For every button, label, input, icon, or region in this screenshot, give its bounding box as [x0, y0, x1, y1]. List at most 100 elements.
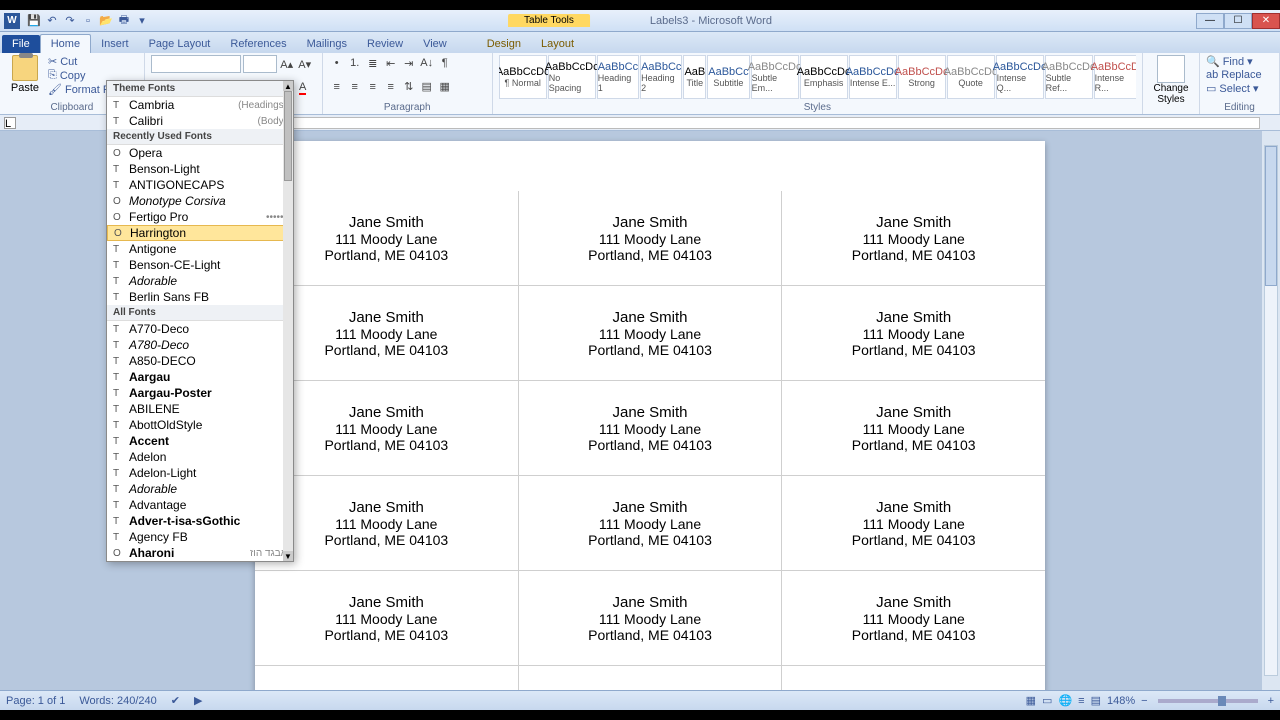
style-intense-q-[interactable]: AaBbCcDcIntense Q... — [996, 55, 1044, 99]
indent-dec-button[interactable]: ⇤ — [383, 55, 399, 71]
view-outline-icon[interactable]: ≡ — [1078, 695, 1084, 707]
font-option-advantage[interactable]: TAdvantage — [107, 497, 293, 513]
label-cell[interactable]: Jane Smith111 Moody LanePortland, ME 041… — [519, 666, 783, 690]
style-intense-r-[interactable]: AaBbCcDcIntense R... — [1094, 55, 1136, 99]
vertical-scrollbar[interactable] — [1262, 131, 1280, 690]
qat-undo-icon[interactable]: ↶ — [44, 13, 60, 29]
style-subtle-ref-[interactable]: AaBbCcDcSubtle Ref... — [1045, 55, 1093, 99]
font-option-fertigo-pro[interactable]: OFertigo Pro•••••• — [107, 209, 293, 225]
align-right-button[interactable]: ≡ — [365, 79, 381, 95]
font-option-aargau-poster[interactable]: TAargau-Poster — [107, 385, 293, 401]
tab-design[interactable]: Design — [477, 35, 531, 53]
style-strong[interactable]: AaBbCcDcStrong — [898, 55, 946, 99]
word-count[interactable]: Words: 240/240 — [79, 695, 156, 707]
paste-button[interactable]: Paste — [6, 55, 44, 96]
font-option-abilene[interactable]: TABILENE — [107, 401, 293, 417]
zoom-in-button[interactable]: + — [1268, 695, 1274, 707]
view-web-icon[interactable]: 🌐 — [1058, 694, 1072, 707]
tab-review[interactable]: Review — [357, 35, 413, 53]
style-subtitle[interactable]: AaBbCcSubtitle — [707, 55, 749, 99]
font-size-combo[interactable] — [243, 55, 277, 73]
font-option-aargau[interactable]: TAargau — [107, 369, 293, 385]
style-no-spacing[interactable]: AaBbCcDcNo Spacing — [548, 55, 596, 99]
qat-save-icon[interactable]: 💾 — [26, 13, 42, 29]
label-cell[interactable]: Jane Smith111 Moody LanePortland, ME 041… — [255, 666, 519, 690]
align-center-button[interactable]: ≡ — [347, 79, 363, 95]
style-emphasis[interactable]: AaBbCcDcEmphasis — [800, 55, 848, 99]
view-print-layout-icon[interactable]: ▦ — [1026, 694, 1036, 707]
tab-file[interactable]: File — [2, 35, 40, 53]
tab-view[interactable]: View — [413, 35, 457, 53]
font-option-aharoni[interactable]: OAharoniאבגד הוז — [107, 545, 293, 561]
font-option-adorable[interactable]: TAdorable — [107, 273, 293, 289]
numbering-button[interactable]: 1. — [347, 55, 363, 71]
label-cell[interactable]: Jane Smith111 Moody LanePortland, ME 041… — [255, 286, 519, 380]
font-option-a850-deco[interactable]: TA850-DECO — [107, 353, 293, 369]
font-option-agency-fb[interactable]: TAgency FB — [107, 529, 293, 545]
zoom-level[interactable]: 148% — [1107, 695, 1135, 707]
page-indicator[interactable]: Page: 1 of 1 — [6, 695, 65, 707]
label-table[interactable]: Jane Smith111 Moody LanePortland, ME 041… — [255, 191, 1045, 690]
tab-references[interactable]: References — [220, 35, 296, 53]
font-option-benson-ce-light[interactable]: TBenson-CE-Light — [107, 257, 293, 273]
dropdown-scrollbar[interactable]: ▲ ▼ — [283, 81, 293, 561]
shrink-font-icon[interactable]: A▾ — [297, 56, 313, 72]
scrollbar-thumb[interactable] — [1265, 146, 1277, 286]
font-option-opera[interactable]: OOpera — [107, 145, 293, 161]
qat-new-icon[interactable]: ▫ — [80, 13, 96, 29]
zoom-out-button[interactable]: − — [1141, 695, 1147, 707]
align-left-button[interactable]: ≡ — [329, 79, 345, 95]
label-cell[interactable]: Jane Smith111 Moody LanePortland, ME 041… — [519, 571, 783, 665]
label-cell[interactable]: Jane Smith111 Moody LanePortland, ME 041… — [255, 381, 519, 475]
grow-font-icon[interactable]: A▴ — [279, 56, 295, 72]
spell-check-icon[interactable]: ✔ — [171, 694, 180, 707]
label-cell[interactable]: Jane Smith111 Moody LanePortland, ME 041… — [782, 666, 1045, 690]
bullets-button[interactable]: • — [329, 55, 345, 71]
find-button[interactable]: 🔍Find ▾ — [1206, 55, 1273, 68]
font-option-benson-light[interactable]: TBenson-Light — [107, 161, 293, 177]
label-cell[interactable]: Jane Smith111 Moody LanePortland, ME 041… — [782, 571, 1045, 665]
font-option-antigone[interactable]: TAntigone — [107, 241, 293, 257]
label-cell[interactable]: Jane Smith111 Moody LanePortland, ME 041… — [255, 571, 519, 665]
label-cell[interactable]: Jane Smith111 Moody LanePortland, ME 041… — [519, 381, 783, 475]
style-quote[interactable]: AaBbCcDcQuote — [947, 55, 995, 99]
tab-insert[interactable]: Insert — [91, 35, 139, 53]
cut-button[interactable]: ✂Cut — [48, 55, 138, 68]
font-option-berlin-sans-fb[interactable]: TBerlin Sans FB — [107, 289, 293, 305]
tab-layout[interactable]: Layout — [531, 35, 584, 53]
label-cell[interactable]: Jane Smith111 Moody LanePortland, ME 041… — [782, 381, 1045, 475]
replace-button[interactable]: abReplace — [1206, 69, 1273, 81]
label-cell[interactable]: Jane Smith111 Moody LanePortland, ME 041… — [782, 191, 1045, 285]
close-button[interactable]: ✕ — [1252, 13, 1280, 29]
scroll-up-icon[interactable]: ▲ — [283, 81, 293, 91]
borders-button[interactable]: ▦ — [437, 79, 453, 95]
tab-home[interactable]: Home — [40, 34, 91, 53]
font-option-adelon-light[interactable]: TAdelon-Light — [107, 465, 293, 481]
font-option-adelon[interactable]: TAdelon — [107, 449, 293, 465]
font-option-calibri[interactable]: TCalibri(Body) — [107, 113, 293, 129]
font-option-monotype-corsiva[interactable]: OMonotype Corsiva — [107, 193, 293, 209]
shading-button[interactable]: ▤ — [419, 79, 435, 95]
qat-more-icon[interactable]: ▾ — [134, 13, 150, 29]
label-cell[interactable]: Jane Smith111 Moody LanePortland, ME 041… — [519, 286, 783, 380]
style--normal[interactable]: AaBbCcDc¶ Normal — [499, 55, 547, 99]
qat-print-icon[interactable]: 🖶 — [116, 13, 132, 29]
style-heading-1[interactable]: AaBbCcHeading 1 — [597, 55, 639, 99]
qat-redo-icon[interactable]: ↷ — [62, 13, 78, 29]
scroll-down-icon[interactable]: ▼ — [283, 551, 293, 561]
label-cell[interactable]: Jane Smith111 Moody LanePortland, ME 041… — [255, 476, 519, 570]
justify-button[interactable]: ≡ — [383, 79, 399, 95]
font-name-combo[interactable] — [151, 55, 241, 73]
select-button[interactable]: ▭Select ▾ — [1206, 82, 1273, 95]
maximize-button[interactable]: ☐ — [1224, 13, 1252, 29]
font-option-abottoldstyle[interactable]: TAbottOldStyle — [107, 417, 293, 433]
font-option-antigonecaps[interactable]: TANTIGONECAPS — [107, 177, 293, 193]
change-styles-button[interactable]: Change Styles — [1149, 55, 1193, 105]
style-intense-e-[interactable]: AaBbCcDcIntense E... — [849, 55, 897, 99]
label-cell[interactable]: Jane Smith111 Moody LanePortland, ME 041… — [519, 476, 783, 570]
style-subtle-em-[interactable]: AaBbCcDcSubtle Em... — [751, 55, 799, 99]
multilevel-button[interactable]: ≣ — [365, 55, 381, 71]
indent-inc-button[interactable]: ⇥ — [401, 55, 417, 71]
qat-open-icon[interactable]: 📂 — [98, 13, 114, 29]
tab-page-layout[interactable]: Page Layout — [139, 35, 221, 53]
